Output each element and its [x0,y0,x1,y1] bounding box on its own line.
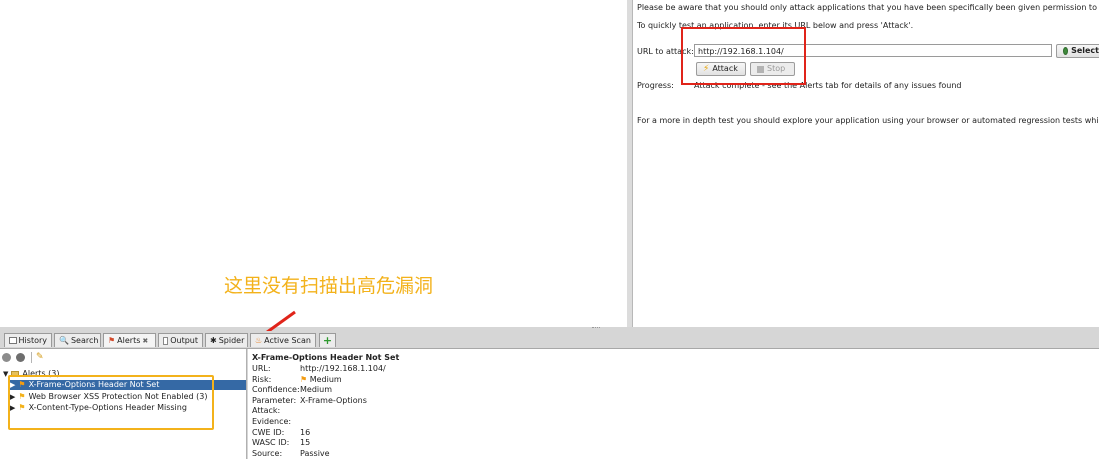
tab-active-scan-label: Active Scan [264,336,311,345]
annotation-text: 这里没有扫描出高危漏洞 [224,275,434,297]
pin-icon: ✖ [142,336,149,345]
detail-row-source: Source: Passive [252,448,330,458]
risk-flag-icon: ⚑ [300,374,310,384]
permission-notice: Please be aware that you should only att… [637,3,1099,12]
detail-row-confidence: Confidence:Medium [252,385,332,395]
detail-rows: URL: http://192.168.1.104/ Risk: ⚑ Medium … [252,364,386,459]
search-icon: 🔍 [59,335,69,345]
history-icon [9,337,17,344]
tab-active-scan[interactable]: ♨ Active Scan [250,333,316,347]
toolbar-divider [31,352,32,363]
circle-icon[interactable] [2,353,11,362]
tab-history[interactable]: History [4,333,52,347]
add-tab-button[interactable]: + [319,333,336,347]
detail-row-risk: Risk: ⚑ Medium [252,374,342,384]
detail-row-url: URL: http://192.168.1.104/ [252,364,386,373]
tab-output-label: Output [170,336,198,345]
detail-row-parameter: Parameter: X-Frame-Options [252,395,367,405]
detail-row-attack: Attack: [252,406,281,416]
select-button-label: Select [1071,46,1099,55]
tab-alerts-label: Alerts [117,336,141,345]
tab-spider[interactable]: ✱ Spider [205,333,248,347]
detail-row-cwe: CWE ID: 16 [252,427,311,437]
flag-icon: ⚑ [108,335,116,345]
spider-icon: ✱ [210,335,217,345]
tab-alerts[interactable]: ⚑ Alerts ✖ [103,333,156,347]
highlight-box-red [681,27,806,85]
detail-row-wasc: WASC ID: 15 [252,438,311,448]
progress-label: Progress: [637,81,674,90]
tab-search-label: Search [70,336,99,345]
gear-icon[interactable] [16,353,25,362]
fire-icon: ♨ [255,335,263,345]
splitter-grip[interactable] [592,327,600,331]
tab-output[interactable]: Output [158,333,203,347]
select-button[interactable]: Select [1056,44,1099,58]
globe-icon [1063,47,1069,55]
tab-spider-label: Spider [218,336,245,345]
highlight-box-orange [8,375,214,430]
detail-row-evidence: Evidence: [252,416,292,426]
tab-search[interactable]: 🔍 Search [54,333,101,347]
plus-icon: + [322,334,333,347]
output-icon [163,336,169,345]
in-depth-instruction: For a more in depth test you should expl… [637,116,1099,125]
tab-history-label: History [18,336,47,345]
detail-title: X-Frame-Options Header Not Set [252,353,400,362]
edit-icon[interactable]: ✎ [36,352,44,362]
